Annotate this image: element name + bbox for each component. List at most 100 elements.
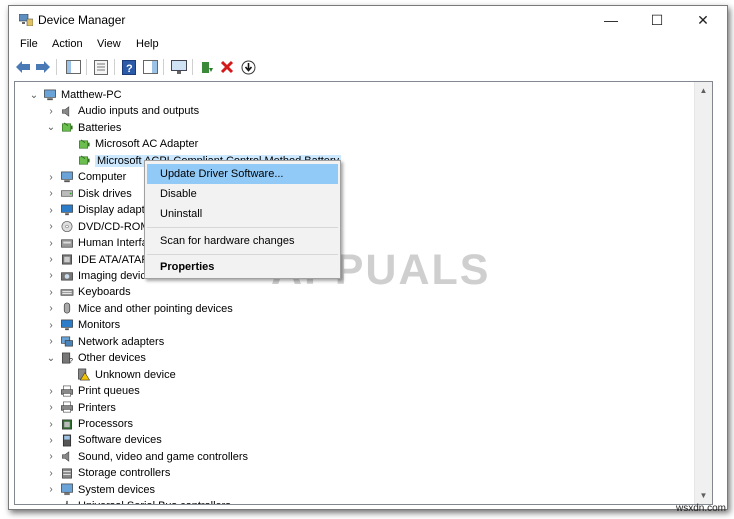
- expand-chevron-icon[interactable]: ›: [46, 317, 56, 333]
- tree-root-item[interactable]: Matthew-PC: [43, 87, 122, 103]
- printer-icon: [61, 401, 73, 413]
- battery-icon: [79, 155, 90, 165]
- tree-category-item[interactable]: Print queues: [60, 383, 140, 399]
- tree-item-label: Microsoft AC Adapter: [95, 138, 199, 151]
- update-driver-icon: [202, 61, 213, 73]
- scan-hardware-menu-item[interactable]: Scan for hardware changes: [147, 231, 338, 251]
- menu-file[interactable]: File: [20, 38, 38, 50]
- close-button[interactable]: ✕: [680, 6, 726, 34]
- update-driver-button[interactable]: [199, 59, 215, 75]
- tree-category-item[interactable]: Universal Serial Bus controllers: [60, 498, 231, 504]
- tree-category-item[interactable]: Storage controllers: [60, 465, 170, 481]
- action-pane-icon: [142, 60, 158, 74]
- back-button[interactable]: [15, 59, 31, 75]
- site-credit: wsxdn.com: [675, 503, 726, 514]
- tree-category-item[interactable]: Imaging devices: [60, 268, 158, 284]
- tree-category-item[interactable]: Keyboards: [60, 284, 131, 300]
- menu-view[interactable]: View: [97, 38, 121, 50]
- tree-category-item[interactable]: Network adapters: [60, 334, 164, 350]
- tree-category-item[interactable]: Monitors: [60, 317, 120, 333]
- tree-child-item[interactable]: Microsoft AC Adapter: [77, 136, 198, 152]
- expand-chevron-icon[interactable]: ›: [46, 252, 56, 268]
- expand-chevron-icon[interactable]: ›: [46, 202, 56, 218]
- tree-category-item[interactable]: Sound, video and game controllers: [60, 449, 248, 465]
- show-hide-console-tree-button[interactable]: [65, 59, 81, 75]
- tree-child-item[interactable]: Unknown device: [77, 367, 176, 383]
- collapse-chevron-icon[interactable]: ⌄: [46, 120, 56, 136]
- vertical-scrollbar[interactable]: ▲ ▼: [694, 82, 712, 504]
- monitor-scan-icon: [171, 59, 187, 74]
- expand-chevron-icon[interactable]: ›: [46, 301, 56, 317]
- scan-hardware-button[interactable]: [171, 59, 187, 75]
- expand-chevron-icon[interactable]: ›: [46, 235, 56, 251]
- tree-category-item[interactable]: Computer: [60, 169, 126, 185]
- expand-chevron-icon[interactable]: ›: [46, 169, 56, 185]
- expand-chevron-icon[interactable]: ›: [46, 465, 56, 481]
- expand-chevron-icon[interactable]: ›: [46, 186, 56, 202]
- toolbar-separator: [56, 59, 57, 75]
- title-bar[interactable]: Device Manager — ☐ ✕: [9, 6, 727, 34]
- tree-category-item[interactable]: Software devices: [60, 432, 162, 448]
- tree-category-item[interactable]: System devices: [60, 482, 155, 498]
- action-pane-button[interactable]: [142, 59, 158, 75]
- tree-category-item[interactable]: ? Other devices: [60, 350, 146, 366]
- collapse-chevron-icon[interactable]: ⌄: [29, 87, 39, 103]
- tree-item-label: Monitors: [78, 319, 121, 332]
- menu-action[interactable]: Action: [52, 38, 83, 50]
- other-device-icon: ?: [62, 352, 73, 365]
- properties-toolbar-button[interactable]: [93, 59, 109, 75]
- tree-category-item[interactable]: Processors: [60, 416, 133, 432]
- help-toolbar-button[interactable]: ?: [121, 59, 137, 75]
- battery-icon: [79, 139, 90, 149]
- expand-chevron-icon[interactable]: ›: [46, 219, 56, 235]
- uninstall-menu-item[interactable]: Uninstall: [147, 204, 338, 224]
- expand-chevron-icon[interactable]: ›: [46, 432, 56, 448]
- minimize-icon: —: [604, 12, 618, 28]
- disable-download-icon: [241, 60, 255, 74]
- menu-help[interactable]: Help: [136, 38, 159, 50]
- disable-toolbar-button[interactable]: [240, 59, 256, 75]
- expand-chevron-icon[interactable]: ›: [46, 416, 56, 432]
- update-driver-menu-item[interactable]: Update Driver Software...: [147, 164, 338, 184]
- speaker-icon: [62, 451, 70, 463]
- expand-chevron-icon[interactable]: ›: [46, 449, 56, 465]
- tree-item-label: Matthew-PC: [61, 89, 122, 101]
- tree-item-label: Sound, video and game controllers: [78, 450, 248, 463]
- expand-chevron-icon[interactable]: ›: [46, 400, 56, 416]
- toolbar: ?: [9, 56, 727, 78]
- tree-category-item[interactable]: Mice and other pointing devices: [60, 301, 233, 317]
- maximize-icon: ☐: [650, 11, 664, 28]
- tree-item-label: Network adapters: [78, 335, 165, 348]
- expand-chevron-icon[interactable]: ›: [46, 268, 56, 284]
- context-menu-separator: [147, 254, 338, 255]
- scroll-down-icon[interactable]: ▼: [695, 487, 712, 504]
- expand-chevron-icon[interactable]: ›: [46, 498, 56, 504]
- uninstall-toolbar-button[interactable]: [219, 59, 235, 75]
- expand-chevron-icon[interactable]: ›: [46, 482, 56, 498]
- collapse-chevron-icon[interactable]: ⌄: [46, 350, 56, 366]
- properties-menu-item[interactable]: Properties: [147, 257, 338, 277]
- properties-icon: [94, 59, 108, 75]
- tree-category-item[interactable]: Printers: [60, 400, 116, 416]
- tree-category-item[interactable]: Audio inputs and outputs: [60, 103, 199, 119]
- tree-item-label: Mice and other pointing devices: [78, 302, 233, 315]
- expand-chevron-icon[interactable]: ›: [46, 334, 56, 350]
- svg-text:?: ?: [126, 63, 133, 75]
- svg-text:?: ?: [69, 356, 73, 365]
- tree-category-item[interactable]: Batteries: [60, 120, 121, 136]
- forward-arrow-icon: [36, 61, 50, 73]
- maximize-button[interactable]: ☐: [634, 6, 680, 34]
- scroll-up-icon[interactable]: ▲: [695, 82, 712, 99]
- window-title: Device Manager: [38, 13, 126, 27]
- expand-chevron-icon[interactable]: ›: [46, 383, 56, 399]
- forward-button[interactable]: [35, 59, 51, 75]
- context-menu-separator: [147, 227, 338, 228]
- tree-item-label: Computer: [78, 171, 127, 184]
- tree-category-item[interactable]: Disk drives: [60, 186, 132, 202]
- expand-chevron-icon[interactable]: ›: [46, 103, 56, 119]
- minimize-button[interactable]: —: [588, 6, 634, 34]
- expand-chevron-icon[interactable]: ›: [46, 284, 56, 300]
- monitor-icon: [61, 319, 73, 330]
- tree-item-label: Audio inputs and outputs: [78, 105, 200, 118]
- disable-menu-item[interactable]: Disable: [147, 184, 338, 204]
